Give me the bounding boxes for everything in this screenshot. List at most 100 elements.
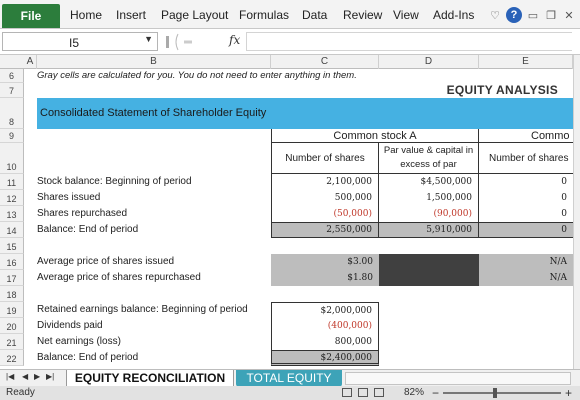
insert-function-icon[interactable]: fx	[229, 33, 240, 47]
tab-home[interactable]: Home	[70, 8, 102, 22]
zoom-slider-thumb[interactable]	[493, 388, 497, 398]
close-icon[interactable]: ✕	[562, 8, 576, 22]
row-number: 21	[6, 338, 17, 348]
cell-shares[interactable]: (50,000)	[271, 206, 379, 222]
window-minimize-icon[interactable]: ▭	[526, 8, 540, 22]
zoom-level[interactable]: 82%	[404, 387, 424, 398]
row-header[interactable]: 13	[0, 206, 24, 222]
column-label-par-value: Par value & capital in excess of par	[379, 143, 479, 174]
cell-retained[interactable]: 800,000	[271, 334, 379, 350]
worksheet-grid[interactable]: Gray cells are calculated for you. You d…	[24, 69, 576, 369]
row-header[interactable]: 16	[0, 254, 24, 270]
status-text: Ready	[6, 387, 35, 398]
name-box[interactable]: I5 ▼	[2, 32, 158, 51]
cell-e-total[interactable]: 0	[479, 222, 573, 238]
row-header[interactable]: 9	[0, 129, 24, 143]
column-header-b[interactable]: B	[37, 55, 271, 69]
cell-retained[interactable]: (400,000)	[271, 318, 379, 334]
row-header[interactable]: 19	[0, 302, 24, 318]
cell-retained-total[interactable]: $2,400,000	[271, 350, 379, 366]
column-header-c[interactable]: C	[271, 55, 379, 69]
next-sheet-icon[interactable]: ▶	[34, 372, 40, 381]
cell-avg-issued[interactable]: $3.00	[271, 254, 379, 270]
cell-par-total[interactable]: 5,910,000	[379, 222, 479, 238]
banner-title: EQUITY ANALYSIS	[446, 83, 558, 97]
sheet-tab-bar: |◀ ◀ ▶ ▶| EQUITY RECONCILIATION TOTAL EQ…	[0, 369, 580, 387]
cell-e[interactable]: 0	[479, 174, 573, 190]
row-label: Stock balance: Beginning of period	[37, 176, 192, 187]
cell-shares[interactable]: 2,100,000	[271, 174, 379, 190]
zoom-out-icon[interactable]: −	[432, 386, 439, 400]
cell-avg-issued-e[interactable]: N/A	[479, 254, 573, 270]
cell-shares[interactable]: 500,000	[271, 190, 379, 206]
minimize-ribbon-icon[interactable]: ♡	[488, 8, 502, 22]
cell-shares-total[interactable]: 2,550,000	[271, 222, 379, 238]
row-header[interactable]: 12	[0, 190, 24, 206]
formula-input[interactable]	[246, 32, 572, 51]
sheet-tab-equity-reconciliation[interactable]: EQUITY RECONCILIATION	[66, 370, 234, 387]
column-header-a[interactable]: A	[24, 55, 37, 69]
cell-par[interactable]: (90,000)	[379, 206, 479, 222]
row-number: 15	[6, 242, 17, 252]
row-number: 12	[6, 194, 17, 204]
row-header[interactable]: 10	[0, 143, 24, 174]
first-sheet-icon[interactable]: |◀	[6, 372, 14, 381]
cell-retained[interactable]: $2,000,000	[271, 302, 379, 318]
zoom-slider[interactable]	[443, 392, 561, 394]
column-label-shares-b: Number of shares	[479, 143, 573, 174]
page-layout-view-icon[interactable]	[358, 388, 368, 397]
cell-avg-repurchased[interactable]: $1.80	[271, 270, 379, 286]
tab-view[interactable]: View	[393, 8, 419, 22]
cell-e[interactable]: 0	[479, 206, 573, 222]
file-tab[interactable]: File	[2, 4, 60, 28]
chevron-down-icon[interactable]: ▼	[144, 34, 153, 44]
help-icon[interactable]: ?	[506, 7, 522, 23]
row-label: Balance: End of period	[37, 352, 139, 363]
row-header[interactable]: 17	[0, 270, 24, 286]
window-restore-icon[interactable]: ❐	[544, 8, 558, 22]
normal-view-icon[interactable]	[342, 388, 352, 397]
statement-title: Consolidated Statement of Shareholder Eq…	[40, 107, 267, 119]
row-header[interactable]: 21	[0, 334, 24, 350]
tab-add-ins[interactable]: Add-Ins	[433, 8, 474, 22]
last-sheet-icon[interactable]: ▶|	[46, 372, 54, 381]
row-label: Net earnings (loss)	[37, 336, 121, 347]
row-number: 8	[8, 117, 14, 127]
cell-par[interactable]: 1,500,000	[379, 190, 479, 206]
row-number: 11	[6, 178, 17, 188]
column-headers: A B C D E	[0, 55, 580, 69]
cell-disabled	[379, 254, 479, 286]
row-header[interactable]: 22	[0, 350, 24, 366]
cell-par[interactable]: $4,500,000	[379, 174, 479, 190]
cell-e[interactable]: 0	[479, 190, 573, 206]
formula-bar: I5 ▼ fx	[0, 29, 580, 55]
sheet-tab-total-equity[interactable]: TOTAL EQUITY	[236, 370, 342, 387]
row-header[interactable]: 18	[0, 286, 24, 302]
row-header[interactable]: 6	[0, 69, 24, 83]
zoom-in-icon[interactable]: +	[565, 386, 572, 400]
page-break-view-icon[interactable]	[374, 388, 384, 397]
row-header[interactable]: 20	[0, 318, 24, 334]
column-header-e[interactable]: E	[479, 55, 573, 69]
row-header[interactable]: 11	[0, 174, 24, 190]
ribbon-tab-bar: File Home Insert Page Layout Formulas Da…	[0, 0, 580, 29]
previous-sheet-icon[interactable]: ◀	[22, 372, 28, 381]
row-number: 13	[6, 210, 17, 220]
row-header[interactable]: 15	[0, 238, 24, 254]
row-number: 18	[6, 290, 17, 300]
tab-page-layout[interactable]: Page Layout	[161, 8, 228, 22]
row-number: 19	[6, 306, 17, 316]
column-header-d[interactable]: D	[379, 55, 479, 69]
cell-avg-repurchased-e[interactable]: N/A	[479, 270, 573, 286]
row-number: 9	[8, 131, 14, 141]
horizontal-scrollbar[interactable]	[345, 372, 571, 385]
row-header[interactable]: 7	[0, 83, 24, 98]
row-header[interactable]: 14	[0, 222, 24, 238]
vertical-scrollbar[interactable]	[573, 55, 580, 369]
tab-insert[interactable]: Insert	[116, 8, 146, 22]
row-label: Shares issued	[37, 192, 101, 203]
tab-data[interactable]: Data	[302, 8, 327, 22]
tab-review[interactable]: Review	[343, 8, 382, 22]
tab-formulas[interactable]: Formulas	[239, 8, 289, 22]
row-header[interactable]: 8	[0, 98, 24, 129]
